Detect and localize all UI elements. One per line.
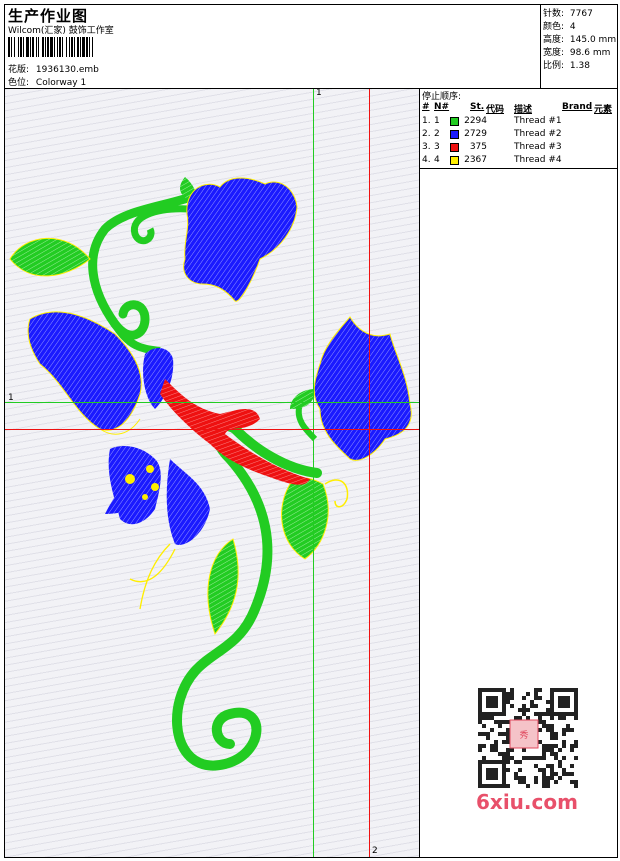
wing-lower-right bbox=[166, 459, 210, 545]
leaf-top-left bbox=[9, 237, 91, 277]
tendril-right bbox=[324, 479, 349, 508]
stop-row-description: Thread #4 bbox=[514, 155, 562, 165]
dot-1 bbox=[125, 474, 135, 484]
stat-stitches-value: 7767 bbox=[569, 9, 593, 19]
col-header-brand: Brand bbox=[562, 102, 593, 112]
canvas-divider bbox=[419, 88, 420, 858]
stat-colors-value: 4 bbox=[569, 22, 576, 32]
design-file: 花版: 1936130.emb bbox=[8, 62, 99, 75]
stop-row-code: 2294 bbox=[464, 116, 487, 126]
stop-sequence-title: 停止顺序: bbox=[422, 92, 462, 102]
col-header-element: 元素 bbox=[594, 105, 613, 115]
stat-stitches-label: 针数: bbox=[543, 9, 565, 19]
stop-row-description: Thread #1 bbox=[514, 116, 562, 126]
stat-stitches: 针数: 7767 bbox=[543, 6, 593, 19]
guide-vertical-red bbox=[369, 89, 370, 857]
stop-row-n: 3 bbox=[434, 142, 440, 152]
qr-code-watermark: 秀 bbox=[470, 680, 585, 808]
barcode bbox=[8, 37, 93, 57]
stat-colors: 颜色: 4 bbox=[543, 19, 576, 32]
thread-swatch bbox=[450, 130, 459, 139]
col-header-num: # bbox=[422, 102, 430, 112]
stop-row-number: 3. bbox=[422, 142, 431, 152]
colorway-label: 色位: bbox=[8, 78, 30, 88]
guide-vertical-green bbox=[313, 89, 314, 857]
stat-height-value: 145.0 mm bbox=[569, 35, 617, 45]
stop-row-number: 4. bbox=[422, 155, 431, 165]
dot-2 bbox=[146, 465, 154, 473]
stat-width: 宽度: 98.6 mm bbox=[543, 45, 610, 58]
flower-top bbox=[183, 177, 298, 302]
thread-swatch bbox=[450, 143, 459, 152]
stop-row-n: 2 bbox=[434, 129, 440, 139]
stat-height-label: 高度: bbox=[543, 35, 565, 45]
colorway-value: Colorway 1 bbox=[35, 78, 87, 88]
embroidery-design bbox=[9, 177, 412, 771]
stop-row-code: 2729 bbox=[464, 129, 487, 139]
leaf-sprig bbox=[290, 389, 315, 409]
colorway: 色位: Colorway 1 bbox=[8, 75, 86, 88]
stat-height: 高度: 145.0 mm bbox=[543, 32, 616, 45]
col-header-n: N# bbox=[434, 102, 450, 112]
guide-marker-left: 1 bbox=[8, 393, 14, 403]
guide-marker-bottom: 2 bbox=[372, 846, 378, 856]
stat-width-label: 宽度: bbox=[543, 48, 565, 58]
guide-horizontal-green bbox=[5, 402, 419, 403]
dot-3 bbox=[151, 483, 159, 491]
stat-scale: 比例: 1.38 bbox=[543, 58, 590, 71]
stem-top-spiral bbox=[130, 205, 191, 245]
embroidery-canvas: 1 1 2 bbox=[5, 89, 419, 857]
company-name: Wilcom(汇家) 鼓饰工作室 bbox=[8, 26, 114, 36]
thread-swatch bbox=[450, 117, 459, 126]
watermark-site: 6xiu.com bbox=[476, 790, 578, 814]
col-header-code: 代码 bbox=[486, 105, 505, 115]
stat-scale-value: 1.38 bbox=[569, 61, 590, 71]
stop-row-number: 2. bbox=[422, 129, 431, 139]
stop-table-divider bbox=[419, 168, 618, 169]
stop-row-number: 1. bbox=[422, 116, 431, 126]
stat-colors-label: 颜色: bbox=[543, 22, 565, 32]
stop-row-description: Thread #2 bbox=[514, 129, 562, 139]
flower-right bbox=[313, 316, 412, 461]
dot-4 bbox=[142, 494, 148, 500]
col-header-desc: 描述 bbox=[514, 105, 533, 115]
stats-divider bbox=[540, 4, 541, 89]
tendril-left bbox=[129, 543, 176, 610]
guide-marker-top: 1 bbox=[316, 89, 322, 98]
stop-row-code: 375 bbox=[469, 142, 487, 152]
design-value: 1936130.emb bbox=[35, 65, 99, 75]
leaf-middle-lower bbox=[207, 538, 239, 636]
stat-scale-label: 比例: bbox=[543, 61, 565, 71]
stat-width-value: 98.6 mm bbox=[569, 48, 611, 58]
design-label: 花版: bbox=[8, 65, 30, 75]
stop-row-n: 4 bbox=[434, 155, 440, 165]
leaf-right bbox=[281, 477, 329, 560]
stop-row-n: 1 bbox=[434, 116, 440, 126]
stop-row-code: 2367 bbox=[464, 155, 487, 165]
stop-row-description: Thread #3 bbox=[514, 142, 562, 152]
col-header-st: St. bbox=[470, 102, 485, 112]
guide-horizontal-red bbox=[5, 429, 419, 430]
svg-text:秀: 秀 bbox=[519, 729, 528, 741]
thread-swatch bbox=[450, 156, 459, 165]
